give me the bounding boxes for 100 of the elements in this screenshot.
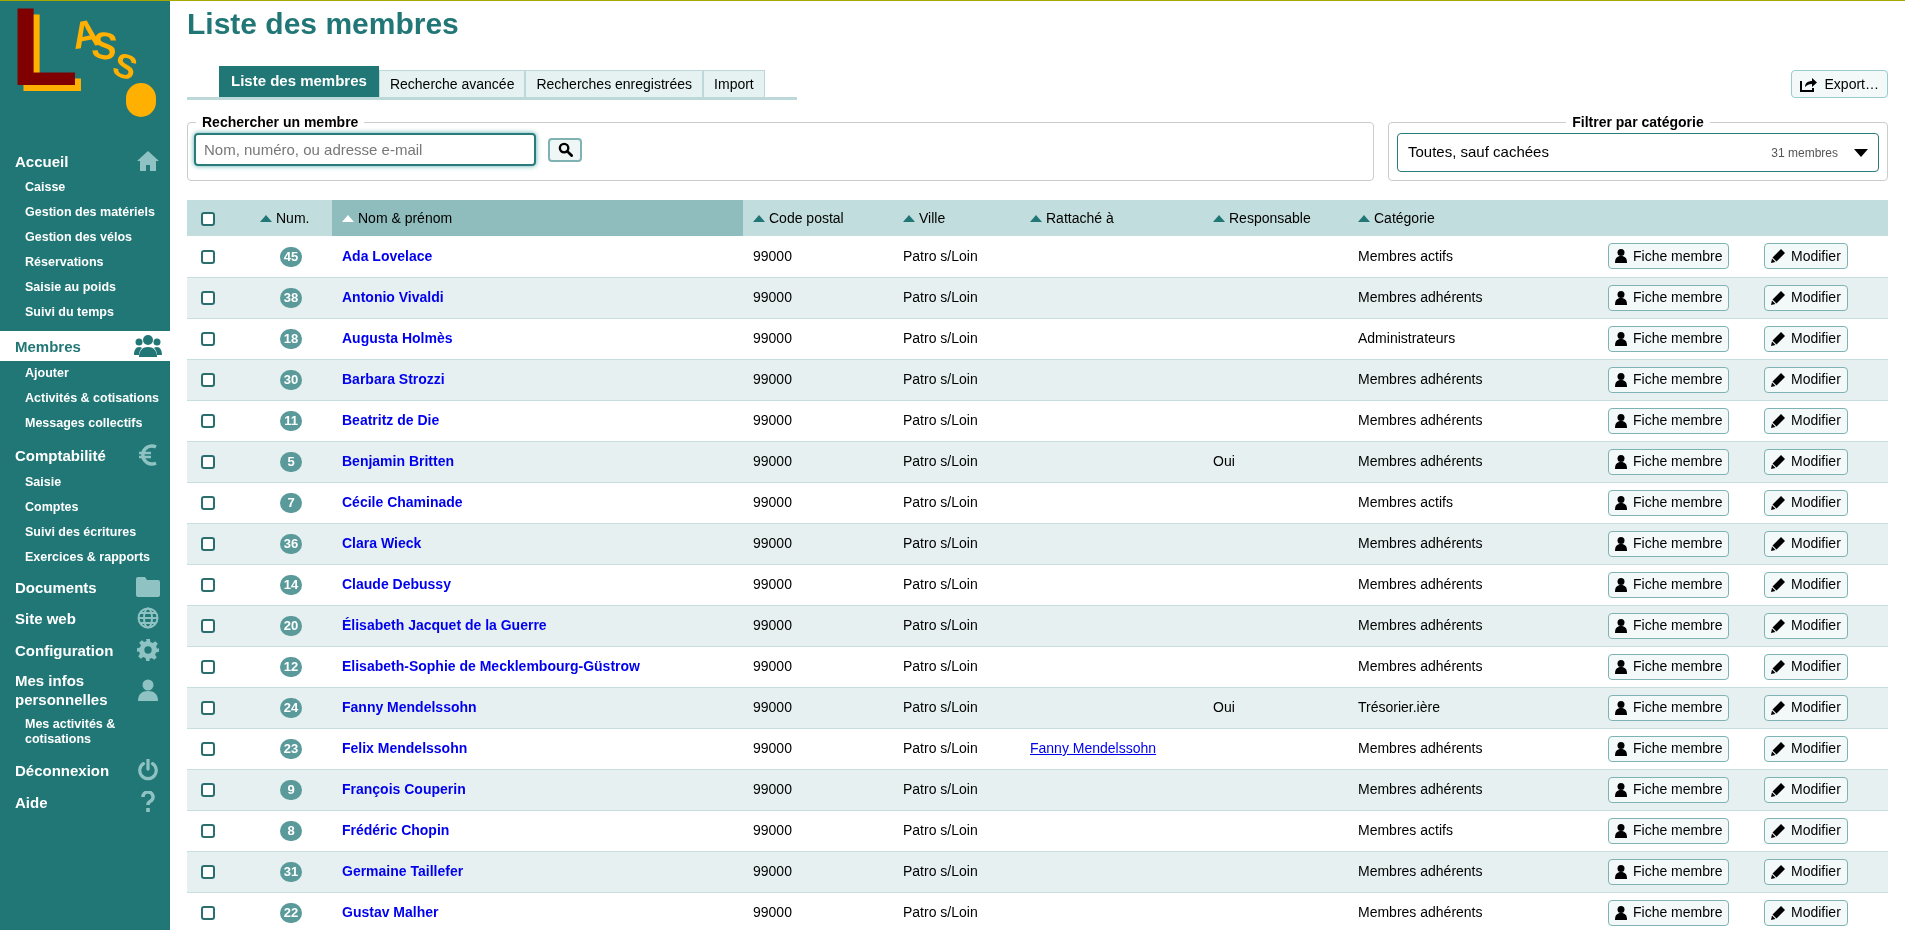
sidebar-link[interactable]: Activités & cotisations (0, 386, 170, 411)
member-link[interactable]: Antonio Vivaldi (342, 289, 444, 305)
member-card-button[interactable]: Fiche membre (1608, 284, 1730, 311)
export-button[interactable]: Export… (1790, 70, 1888, 98)
tab[interactable]: Liste des membres (219, 66, 379, 97)
checkbox[interactable] (201, 250, 215, 265)
member-card-button[interactable]: Fiche membre (1608, 858, 1730, 885)
sidebar-item[interactable]: Membres (0, 331, 170, 361)
column-header[interactable]: Responsable (1203, 200, 1348, 236)
checkbox[interactable] (201, 211, 215, 226)
edit-button[interactable]: Modifier (1764, 694, 1848, 721)
checkbox[interactable] (201, 291, 215, 306)
member-card-button[interactable]: Fiche membre (1608, 366, 1730, 393)
checkbox[interactable] (201, 783, 215, 798)
member-link[interactable]: Fanny Mendelssohn (342, 699, 477, 715)
column-header[interactable]: Rattaché à (1020, 200, 1203, 236)
column-header[interactable]: Num. (250, 200, 332, 236)
member-link[interactable]: Clara Wieck (342, 535, 422, 551)
sidebar-link[interactable]: Messages collectifs (0, 411, 170, 436)
checkbox[interactable] (201, 701, 215, 716)
edit-button[interactable]: Modifier (1764, 530, 1848, 557)
member-link[interactable]: Barbara Strozzi (342, 371, 445, 387)
member-link[interactable]: Cécile Chaminade (342, 494, 463, 510)
member-card-button[interactable]: Fiche membre (1608, 489, 1730, 516)
checkbox[interactable] (201, 496, 215, 511)
sidebar-link[interactable]: Saisie au poids (0, 275, 170, 300)
sidebar-link[interactable]: Ajouter (0, 361, 170, 386)
category-select[interactable]: Toutes, sauf cachées 31 membres (1397, 133, 1879, 172)
sidebar-item[interactable]: Documents (0, 574, 170, 600)
sidebar-link[interactable]: Mes activités & cotisations (0, 712, 170, 752)
member-card-button[interactable]: Fiche membre (1608, 735, 1730, 762)
edit-button[interactable]: Modifier (1764, 612, 1848, 639)
member-link[interactable]: Élisabeth Jacquet de la Guerre (342, 617, 547, 633)
sidebar-item[interactable]: Configuration (0, 636, 170, 664)
checkbox[interactable] (201, 414, 215, 429)
column-header[interactable]: Catégorie (1348, 200, 1603, 236)
checkbox[interactable] (201, 578, 215, 593)
edit-button[interactable]: Modifier (1764, 735, 1848, 762)
sidebar-item[interactable]: Déconnexion (0, 756, 170, 784)
sidebar-item[interactable]: Aide (0, 788, 170, 816)
edit-button[interactable]: Modifier (1764, 858, 1848, 885)
checkbox[interactable] (201, 332, 215, 347)
edit-button[interactable]: Modifier (1764, 899, 1848, 926)
sidebar-link[interactable]: Caisse (0, 175, 170, 200)
member-link[interactable]: Claude Debussy (342, 576, 451, 592)
sidebar-link[interactable]: Suivi du temps (0, 300, 170, 325)
sidebar-item[interactable]: Mes infos personnelles (0, 668, 170, 712)
member-card-button[interactable]: Fiche membre (1608, 325, 1730, 352)
sidebar-link[interactable]: Réservations (0, 250, 170, 275)
member-card-button[interactable]: Fiche membre (1608, 776, 1730, 803)
checkbox[interactable] (201, 824, 215, 839)
checkbox[interactable] (201, 455, 215, 470)
checkbox[interactable] (201, 742, 215, 757)
edit-button[interactable]: Modifier (1764, 571, 1848, 598)
checkbox[interactable] (201, 865, 215, 880)
edit-button[interactable]: Modifier (1764, 407, 1848, 434)
tab[interactable]: Import (703, 70, 765, 97)
search-button[interactable] (548, 137, 582, 162)
sidebar-link[interactable]: Comptes (0, 495, 170, 520)
member-card-button[interactable]: Fiche membre (1608, 571, 1730, 598)
edit-button[interactable]: Modifier (1764, 448, 1848, 475)
sidebar-link[interactable]: Suivi des écritures (0, 520, 170, 545)
member-link[interactable]: Augusta Holmès (342, 330, 453, 346)
edit-button[interactable]: Modifier (1764, 366, 1848, 393)
edit-button[interactable]: Modifier (1764, 243, 1848, 270)
checkbox[interactable] (201, 906, 215, 921)
column-header[interactable]: Code postal (743, 200, 893, 236)
column-header[interactable]: Nom & prénom (332, 200, 743, 236)
member-link[interactable]: Ada Lovelace (342, 247, 433, 264)
tab[interactable]: Recherches enregistrées (525, 70, 704, 97)
member-card-button[interactable]: Fiche membre (1608, 694, 1730, 721)
sidebar-link[interactable]: Saisie (0, 470, 170, 495)
member-link[interactable]: Elisabeth-Sophie de Mecklembourg-Güstrow (342, 658, 640, 674)
sidebar-link[interactable]: Gestion des vélos (0, 225, 170, 250)
member-link[interactable]: Germaine Taillefer (342, 863, 464, 879)
column-header[interactable]: Ville (893, 200, 1020, 236)
tab[interactable]: Recherche avancée (378, 70, 526, 97)
checkbox[interactable] (201, 373, 215, 388)
member-card-button[interactable]: Fiche membre (1608, 530, 1730, 557)
edit-button[interactable]: Modifier (1764, 776, 1848, 803)
member-card-button[interactable]: Fiche membre (1608, 653, 1730, 680)
sidebar-item[interactable]: Accueil (0, 147, 170, 175)
member-link[interactable]: François Couperin (342, 781, 466, 797)
edit-button[interactable]: Modifier (1764, 653, 1848, 680)
member-card-button[interactable]: Fiche membre (1608, 612, 1730, 639)
edit-button[interactable]: Modifier (1764, 817, 1848, 844)
checkbox[interactable] (201, 619, 215, 634)
member-card-button[interactable]: Fiche membre (1608, 899, 1730, 926)
sidebar-link[interactable]: Gestion des matériels (0, 200, 170, 225)
member-card-button[interactable]: Fiche membre (1608, 817, 1730, 844)
checkbox[interactable] (201, 537, 215, 552)
attached-member-link[interactable]: Fanny Mendelssohn (1030, 740, 1157, 756)
edit-button[interactable]: Modifier (1764, 325, 1848, 352)
member-link[interactable]: Frédéric Chopin (342, 822, 450, 838)
member-link[interactable]: Beatritz de Die (342, 412, 440, 428)
member-link[interactable]: Gustav Malher (342, 904, 439, 920)
edit-button[interactable]: Modifier (1764, 284, 1848, 311)
member-card-button[interactable]: Fiche membre (1608, 407, 1730, 434)
sidebar-link[interactable]: Exercices & rapports (0, 545, 170, 570)
checkbox[interactable] (201, 660, 215, 675)
